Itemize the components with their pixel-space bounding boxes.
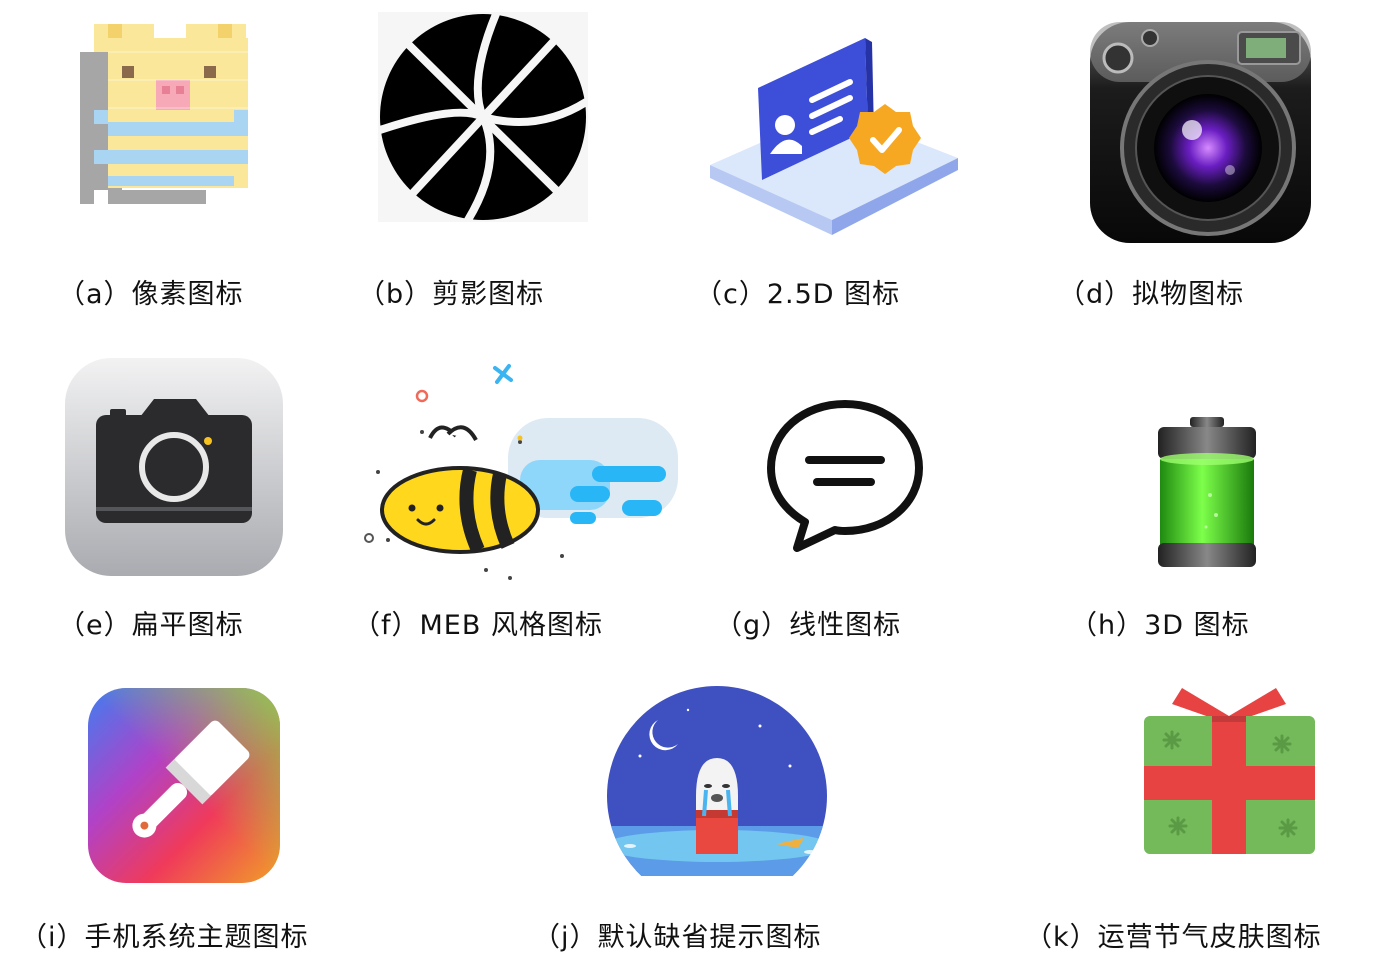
pixel-pig-icon (78, 18, 318, 223)
gift-box-icon (1142, 686, 1317, 858)
caption-a: （a）像素图标 (58, 279, 244, 310)
id-card-verified-icon (700, 30, 965, 240)
caption-j: （j）默认缺省提示图标 (533, 922, 822, 953)
caption-c: （c）2.5D 图标 (695, 279, 901, 310)
caption-d: （d）拟物图标 (1058, 279, 1245, 310)
realistic-camera-icon (1088, 20, 1313, 245)
caption-g: （g）线性图标 (715, 610, 902, 641)
crying-ghost-icon (600, 686, 835, 876)
battery-icon (1150, 415, 1265, 570)
basketball-silhouette-icon (378, 12, 588, 222)
caption-i: （i）手机系统主题图标 (20, 922, 309, 953)
caption-k: （k）运营节气皮肤图标 (1025, 922, 1322, 953)
caption-f: （f）MEB 风格图标 (353, 610, 603, 641)
caption-h: （h）3D 图标 (1070, 610, 1250, 641)
bee-icon (360, 360, 680, 585)
flat-camera-icon (64, 357, 284, 577)
caption-e: （e）扁平图标 (58, 610, 244, 641)
theme-brush-icon (88, 688, 280, 883)
chat-bubble-icon (765, 400, 925, 555)
caption-b: （b）剪影图标 (358, 279, 545, 310)
